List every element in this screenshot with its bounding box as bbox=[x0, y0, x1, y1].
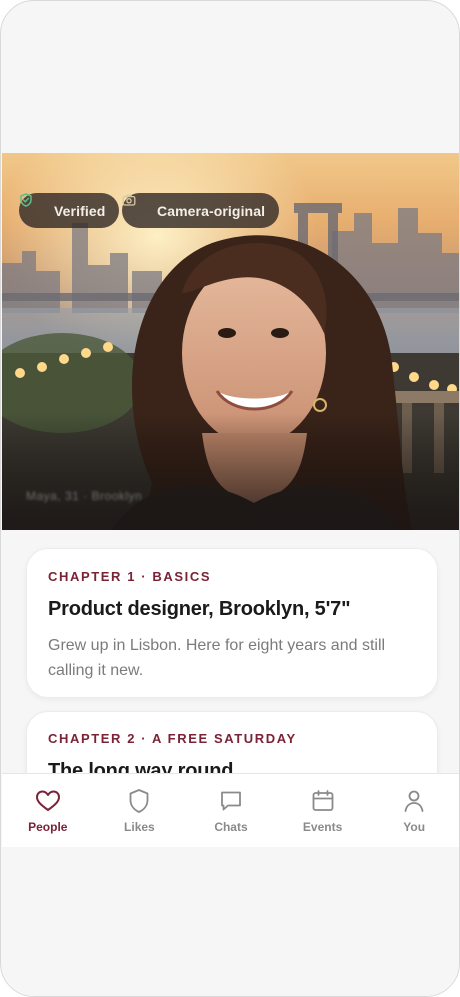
tab-label: Chats bbox=[214, 820, 248, 834]
shield-check-icon bbox=[20, 193, 46, 218]
chat-bubble-icon bbox=[218, 788, 244, 814]
camera-original-badge[interactable]: Camera-original bbox=[122, 193, 280, 228]
person-icon bbox=[401, 788, 427, 814]
verified-badge[interactable]: Verified bbox=[19, 193, 120, 228]
camera-icon bbox=[122, 194, 149, 218]
chapter-card-basics[interactable]: CHAPTER 1 · BASICS Product designer, Bro… bbox=[26, 548, 438, 698]
card-body: Grew up in Lisbon. Here for eight years … bbox=[48, 637, 386, 679]
tab-label: You bbox=[403, 820, 426, 834]
tab-label: Likes bbox=[124, 820, 155, 834]
tab-likes[interactable]: Likes bbox=[94, 774, 186, 847]
tab-events[interactable]: Events bbox=[277, 774, 369, 847]
tab-people[interactable]: People bbox=[2, 774, 94, 847]
card-title: Product designer, Brooklyn, 5'7" bbox=[48, 598, 351, 620]
profile-photo[interactable]: Verified Camera-original Maya, 31 · Broo… bbox=[2, 153, 459, 530]
shield-icon bbox=[126, 788, 152, 814]
bottom-nav: People Likes Chats Events You bbox=[2, 773, 459, 847]
chapter-label: CHAPTER 1 · BASICS bbox=[48, 569, 212, 584]
chapter-label: CHAPTER 2 · A FREE SATURDAY bbox=[48, 731, 297, 746]
camera-original-label: Camera-original bbox=[157, 202, 266, 219]
tab-label: Events bbox=[302, 820, 343, 834]
heart-icon bbox=[35, 788, 61, 814]
phone-frame: Verified Camera-original Maya, 31 · Broo… bbox=[0, 0, 460, 997]
empty-area bbox=[2, 847, 459, 996]
tab-chats[interactable]: Chats bbox=[185, 774, 277, 847]
calendar-icon bbox=[310, 788, 336, 814]
verified-label: Verified bbox=[54, 202, 106, 219]
photo-caption: Maya, 31 · Brooklyn bbox=[26, 489, 143, 503]
tab-label: People bbox=[28, 820, 68, 834]
tab-you[interactable]: You bbox=[368, 774, 459, 847]
